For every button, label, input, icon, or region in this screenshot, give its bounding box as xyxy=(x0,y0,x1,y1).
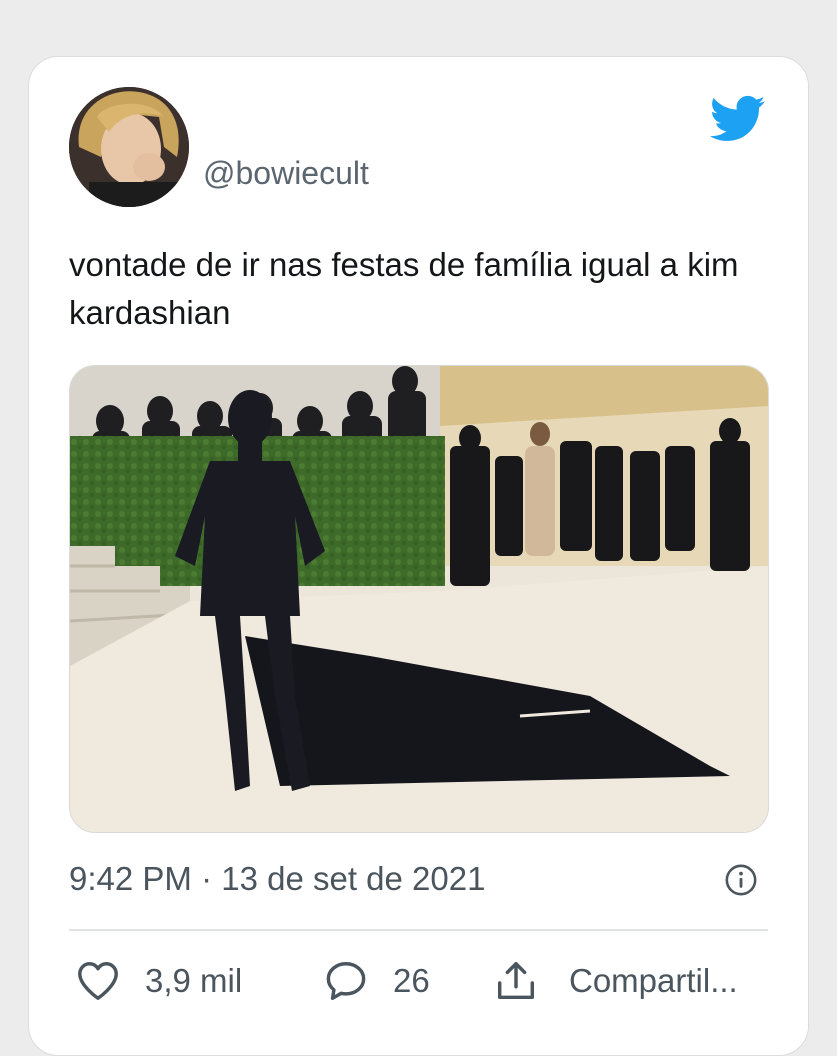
reply-button[interactable]: 26 xyxy=(323,957,430,1005)
tweet-timestamp[interactable]: 9:42 PM · 13 de set de 2021 xyxy=(69,857,485,901)
speech-bubble-icon xyxy=(326,962,366,1000)
tweet-media-photo[interactable] xyxy=(69,365,769,833)
user-handle[interactable]: @bowiecult xyxy=(203,153,369,193)
share-button[interactable]: Compartil... xyxy=(493,957,738,1005)
divider xyxy=(69,929,768,931)
tweet-card[interactable]: @bowiecult vontade de ir nas festas de f… xyxy=(28,56,809,1056)
avatar-image xyxy=(69,87,189,207)
photo-image xyxy=(70,366,768,832)
avatar[interactable] xyxy=(69,87,189,207)
twitter-bird-icon[interactable] xyxy=(710,95,766,143)
share-icon xyxy=(497,962,535,1000)
info-icon[interactable] xyxy=(724,863,758,897)
share-label: Compartil... xyxy=(569,962,738,999)
reply-count: 26 xyxy=(393,962,430,999)
like-count: 3,9 mil xyxy=(145,962,243,999)
tweet-actions: 3,9 mil 26 Compartil... xyxy=(69,957,789,1005)
like-button[interactable]: 3,9 mil xyxy=(75,957,242,1005)
heart-icon xyxy=(78,962,118,1000)
tweet-text: vontade de ir nas festas de família igua… xyxy=(69,246,739,331)
